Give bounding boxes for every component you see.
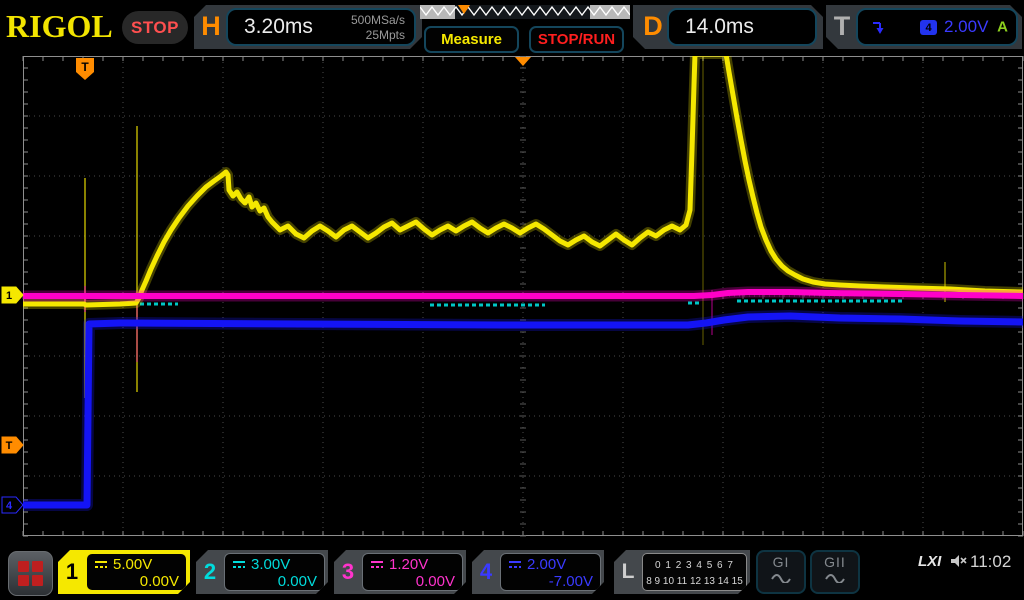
channel-3-offset: 0.00V: [370, 573, 455, 591]
svg-text:T: T: [6, 440, 13, 452]
channel-3-scale: 1.20V: [389, 556, 428, 573]
logic-row-1: 0 1 2 3 4 5 6 7: [643, 558, 746, 574]
acquisition-status-badge: STOP: [122, 11, 188, 44]
trigger-settings-box[interactable]: T 4 2.00V A: [826, 5, 1022, 49]
channel-2-number: 2: [196, 550, 224, 594]
trigger-label: T: [828, 11, 856, 42]
channel-4-marker[interactable]: 4: [2, 497, 23, 513]
channel-4-offset: -7.00V: [508, 573, 593, 591]
timebase-box[interactable]: 3.20ms 500MSa/s 25Mpts: [226, 8, 416, 46]
delay-settings-box[interactable]: D 14.0ms: [633, 5, 823, 49]
bottom-bar: 1 5.00V 0.00V 2 3.00V 0.00V 3: [0, 540, 1024, 600]
channel-2-box[interactable]: 2 3.00V 0.00V: [196, 550, 328, 594]
channel-1-offset: 0.00V: [94, 573, 179, 591]
sine-wave-icon: [770, 571, 792, 583]
overview-window: [455, 5, 590, 19]
delay-box[interactable]: 14.0ms: [667, 8, 817, 46]
delay-label: D: [639, 11, 667, 42]
top-bar: RIGOL STOP H 3.20ms 500MSa/s 25Mpts Meas…: [0, 0, 1024, 56]
menu-grid-icon: [18, 561, 43, 586]
channel-4-box[interactable]: 4 2.00V -7.00V: [472, 550, 604, 594]
channel-1-marker[interactable]: 1: [2, 287, 23, 303]
measure-button[interactable]: Measure: [424, 26, 519, 53]
waveform-display[interactable]: T 1 T 4: [0, 0, 1024, 600]
channel-3-number: 3: [334, 550, 362, 594]
rigol-logo: RIGOL: [6, 8, 113, 45]
lxi-status: LXI: [918, 553, 941, 570]
channel-1-box[interactable]: 1 5.00V 0.00V: [58, 550, 190, 594]
trigger-source-chip: 4: [920, 20, 937, 35]
generator-2-button[interactable]: GII: [810, 550, 860, 594]
channel-2-offset: 0.00V: [232, 573, 317, 591]
sample-rate-readout: 500MSa/s 25Mpts: [351, 13, 405, 43]
dc-coupling-icon: [94, 559, 108, 570]
svg-text:T: T: [81, 60, 89, 74]
logic-analyzer-box[interactable]: L 0 1 2 3 4 5 6 7 8 9 10 11 12 13 14 15: [614, 550, 750, 594]
dc-coupling-icon: [370, 559, 384, 570]
horizontal-center-marker[interactable]: [515, 57, 531, 66]
channel-4-scale: 2.00V: [527, 556, 566, 573]
horizontal-label: H: [197, 11, 225, 42]
oscilloscope-screen: T 1 T 4 RIGOL STOP H 3.20ms 500MSa/s 25Mpts…: [0, 0, 1024, 600]
sine-wave-icon: [824, 571, 846, 583]
trigger-position-marker[interactable]: T: [76, 58, 94, 80]
waveform-overview-strip[interactable]: [420, 3, 630, 21]
channel-1-number: 1: [58, 550, 86, 594]
generator-1-button[interactable]: GI: [756, 550, 806, 594]
channel-4-number: 4: [472, 550, 500, 594]
logic-row-2: 8 9 10 11 12 13 14 15: [643, 574, 746, 590]
channel-3-box[interactable]: 3 1.20V 0.00V: [334, 550, 466, 594]
svg-text:4: 4: [6, 500, 13, 512]
timebase-value: 3.20ms: [244, 15, 313, 39]
falling-edge-icon: [870, 19, 892, 37]
trigger-box[interactable]: 4 2.00V A: [856, 8, 1018, 46]
dc-coupling-icon: [232, 559, 246, 570]
speaker-muted-icon[interactable]: [950, 554, 968, 569]
dc-coupling-icon: [508, 559, 522, 570]
delay-value: 14.0ms: [685, 15, 754, 39]
logic-channel-list: 0 1 2 3 4 5 6 7 8 9 10 11 12 13 14 15: [642, 553, 747, 591]
generator-1-label: GI: [758, 554, 804, 570]
trigger-sweep-mode: A: [997, 19, 1008, 36]
channel-2-scale: 3.00V: [251, 556, 290, 573]
memory-depth: 25Mpts: [351, 28, 405, 43]
horizontal-settings-box[interactable]: H 3.20ms 500MSa/s 25Mpts: [194, 5, 422, 49]
trigger-level-marker[interactable]: T: [2, 437, 23, 453]
logic-label: L: [614, 550, 642, 594]
channel-1-scale: 5.00V: [113, 556, 152, 573]
graticule-markers: T 1 T 4: [2, 57, 531, 513]
generator-2-label: GII: [812, 554, 858, 570]
sample-rate: 500MSa/s: [351, 13, 405, 28]
trigger-level-value: 2.00V: [944, 17, 988, 37]
stop-run-button[interactable]: STOP/RUN: [529, 26, 624, 53]
menu-button[interactable]: [8, 551, 53, 596]
clock: 11:02: [970, 552, 1011, 572]
svg-text:1: 1: [6, 290, 12, 302]
